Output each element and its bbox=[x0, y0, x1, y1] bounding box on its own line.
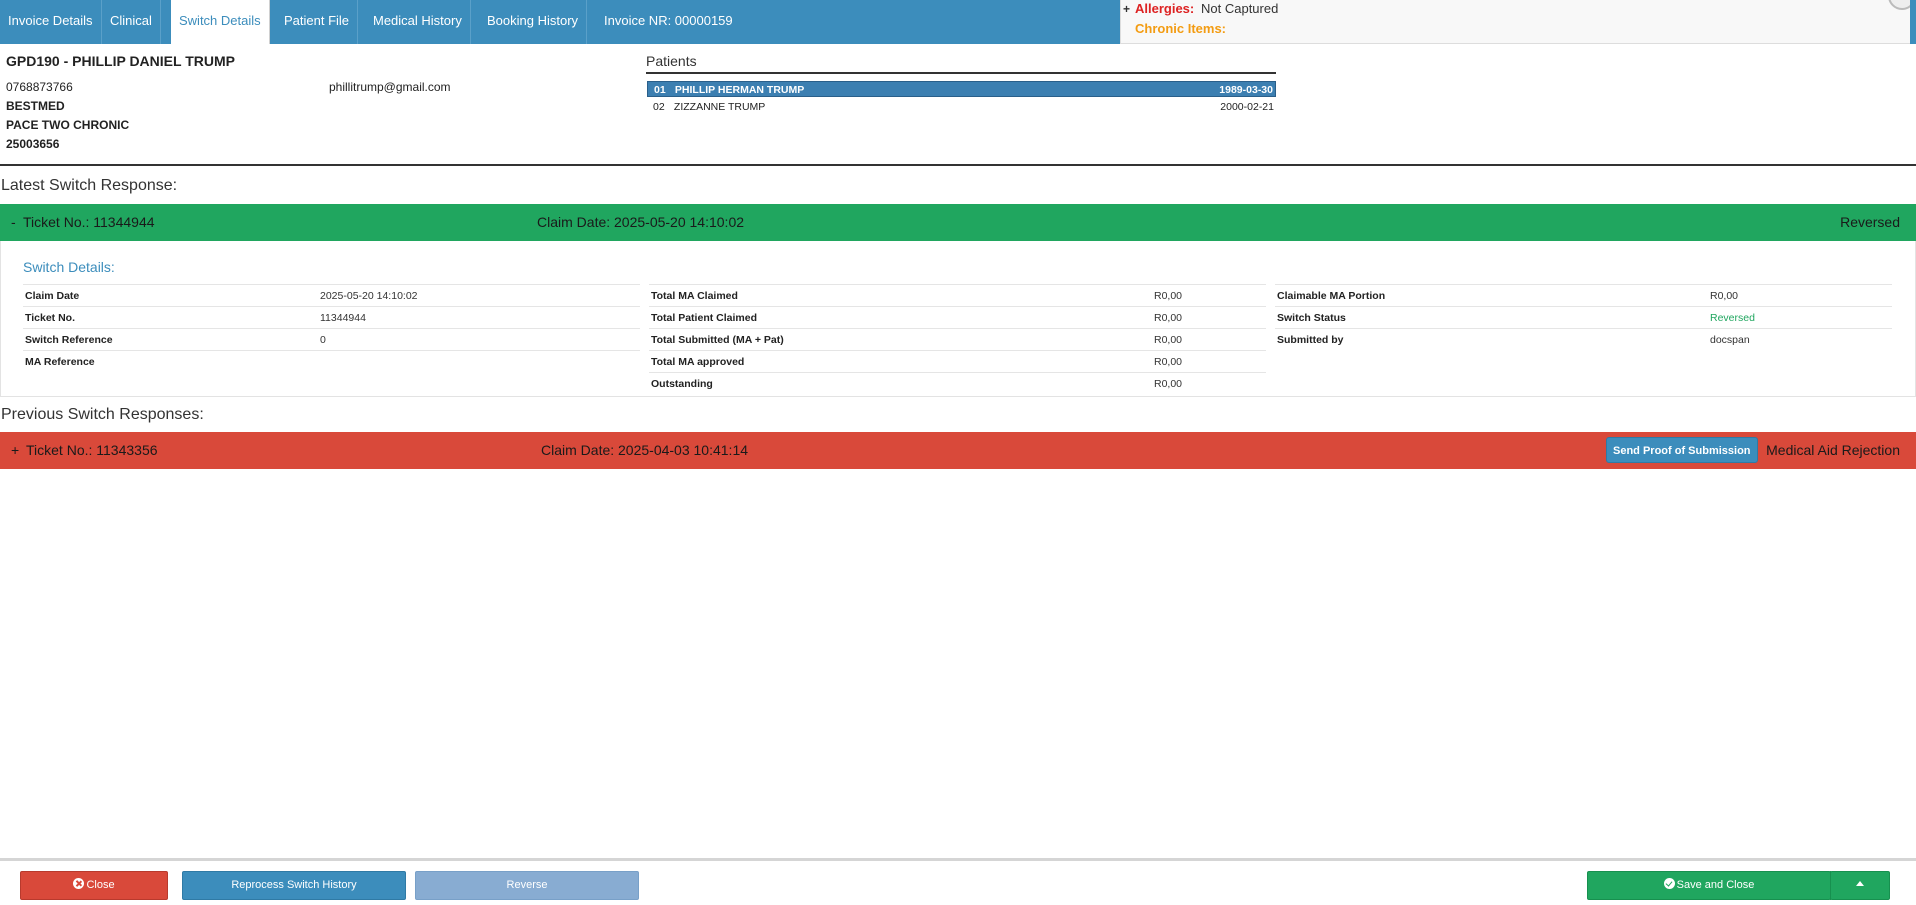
detail-row: Total Submitted (MA + Pat) R0,00 bbox=[649, 328, 1266, 350]
switch-details-heading: Switch Details: bbox=[23, 259, 115, 275]
close-button-label: Close bbox=[86, 879, 115, 891]
member-scheme: BESTMED bbox=[6, 99, 65, 113]
latest-response-bar[interactable]: - Ticket No.: 11344944 Claim Date: 2025-… bbox=[0, 204, 1916, 241]
detail-label: Switch Reference bbox=[25, 334, 113, 346]
detail-value: R0,00 bbox=[1154, 290, 1183, 302]
alerts-expand-toggle[interactable]: + bbox=[1123, 2, 1130, 16]
detail-label: MA Reference bbox=[25, 356, 95, 368]
detail-value: R0,00 bbox=[1154, 378, 1183, 390]
detail-label: Submitted by bbox=[1277, 334, 1344, 346]
detail-row: Outstanding R0,00 bbox=[649, 372, 1266, 394]
right-edge-bar bbox=[1910, 0, 1916, 44]
expand-toggle[interactable]: + bbox=[11, 442, 19, 458]
tab-booking-history[interactable]: Booking History bbox=[479, 0, 588, 44]
detail-value: R0,00 bbox=[1154, 312, 1183, 324]
detail-row: Total MA approved R0,00 bbox=[649, 350, 1266, 372]
detail-row: Switch Status Reversed bbox=[1275, 306, 1892, 328]
tab-medical-history[interactable]: Medical History bbox=[365, 0, 471, 44]
detail-label: Total MA approved bbox=[651, 356, 745, 368]
detail-value: docspan bbox=[1710, 334, 1750, 346]
send-proof-button[interactable]: Send Proof of Submission bbox=[1606, 437, 1758, 463]
close-circle-icon bbox=[73, 878, 85, 889]
check-circle-icon bbox=[1663, 878, 1675, 889]
tab-switch-details[interactable]: Switch Details bbox=[171, 0, 270, 44]
previous-response-bar[interactable]: + Ticket No.: 11343356 Claim Date: 2025-… bbox=[0, 432, 1916, 469]
detail-row: Claimable MA Portion R0,00 bbox=[1275, 284, 1892, 306]
member-email: phillitrump@gmail.com bbox=[329, 80, 451, 94]
previous-ticket-number: Ticket No.: 11343356 bbox=[26, 442, 158, 458]
detail-row: Ticket No. 11344944 bbox=[23, 306, 640, 328]
detail-label: Total Submitted (MA + Pat) bbox=[651, 334, 784, 346]
save-and-close-label: Save and Close bbox=[1676, 879, 1755, 891]
detail-value: R0,00 bbox=[1154, 334, 1183, 346]
tab-clinical[interactable]: Clinical bbox=[102, 0, 161, 44]
patient-name: ZIZZANNE TRUMP bbox=[673, 101, 766, 113]
detail-row: Submitted by docspan bbox=[1275, 328, 1892, 350]
section-divider bbox=[0, 164, 1916, 166]
member-phone: 0768873766 bbox=[6, 80, 73, 94]
latest-claim-date: Claim Date: 2025-05-20 14:10:02 bbox=[537, 214, 745, 230]
tab-invoice-details[interactable]: Invoice Details bbox=[0, 0, 102, 44]
detail-value: R0,00 bbox=[1154, 356, 1183, 368]
caret-up-icon bbox=[1856, 881, 1864, 886]
detail-label: Claimable MA Portion bbox=[1277, 290, 1386, 302]
detail-value: 2025-05-20 14:10:02 bbox=[320, 290, 418, 302]
detail-label: Claim Date bbox=[25, 290, 80, 302]
invoice-number: Invoice NR: 00000159 bbox=[604, 13, 733, 28]
latest-ticket-number: Ticket No.: 11344944 bbox=[23, 214, 155, 230]
reprocess-switch-history-button[interactable]: Reprocess Switch History bbox=[182, 871, 406, 900]
patient-name: PHILLIP HERMAN TRUMP bbox=[674, 84, 805, 96]
switch-details-panel: Switch Details: Claim Date 2025-05-20 14… bbox=[0, 241, 1916, 397]
previous-status: Medical Aid Rejection bbox=[1766, 442, 1900, 458]
detail-row: Switch Reference 0 bbox=[23, 328, 640, 350]
patients-divider bbox=[646, 72, 1276, 74]
detail-row: MA Reference bbox=[23, 350, 640, 372]
latest-switch-heading: Latest Switch Response: bbox=[1, 177, 178, 194]
patient-alerts-panel: + Allergies: Not Captured Chronic Items: bbox=[1120, 0, 1910, 44]
chronic-items-label: Chronic Items: bbox=[1135, 21, 1227, 36]
detail-row: Total Patient Claimed R0,00 bbox=[649, 306, 1266, 328]
member-number: 25003656 bbox=[6, 137, 60, 151]
patient-number: 01 bbox=[654, 84, 666, 96]
tab-patient-file[interactable]: Patient File bbox=[276, 0, 359, 44]
patient-number: 02 bbox=[653, 101, 665, 113]
member-title: GPD190 - PHILLIP DANIEL TRUMP bbox=[6, 53, 235, 69]
patient-dob: 2000-02-21 bbox=[1220, 101, 1274, 113]
patient-row[interactable]: 02 ZIZZANNE TRUMP 2000-02-21 bbox=[647, 99, 1276, 115]
detail-label: Total MA Claimed bbox=[651, 290, 738, 302]
detail-value: R0,00 bbox=[1710, 290, 1739, 302]
detail-value: 11344944 bbox=[320, 312, 366, 324]
collapse-toggle[interactable]: - bbox=[11, 214, 16, 230]
detail-label: Total Patient Claimed bbox=[651, 312, 757, 324]
footer-divider bbox=[0, 858, 1916, 861]
detail-row: Claim Date 2025-05-20 14:10:02 bbox=[23, 284, 640, 306]
allergies-label: Allergies: bbox=[1135, 1, 1195, 16]
latest-status: Reversed bbox=[1840, 214, 1900, 230]
detail-label: Ticket No. bbox=[25, 312, 75, 324]
detail-label: Switch Status bbox=[1277, 312, 1346, 324]
close-button[interactable]: Close bbox=[20, 871, 168, 900]
detail-label: Outstanding bbox=[651, 378, 713, 390]
split-button-separator bbox=[1830, 871, 1831, 900]
switch-status-value: Reversed bbox=[1710, 312, 1755, 324]
save-options-dropdown-button[interactable] bbox=[1830, 871, 1890, 900]
detail-value: 0 bbox=[320, 334, 326, 346]
save-and-close-button[interactable]: Save and Close bbox=[1587, 871, 1831, 900]
member-plan: PACE TWO CHRONIC bbox=[6, 118, 130, 132]
reverse-button[interactable]: Reverse bbox=[415, 871, 639, 900]
previous-switch-heading: Previous Switch Responses: bbox=[1, 406, 204, 423]
patient-dob: 1989-03-30 bbox=[1219, 84, 1273, 96]
allergies-value: Not Captured bbox=[1201, 1, 1279, 16]
detail-row: Total MA Claimed R0,00 bbox=[649, 284, 1266, 306]
patient-row[interactable]: 01 PHILLIP HERMAN TRUMP 1989-03-30 bbox=[647, 81, 1276, 97]
previous-claim-date: Claim Date: 2025-04-03 10:41:14 bbox=[541, 442, 749, 458]
patients-heading: Patients bbox=[646, 53, 697, 69]
